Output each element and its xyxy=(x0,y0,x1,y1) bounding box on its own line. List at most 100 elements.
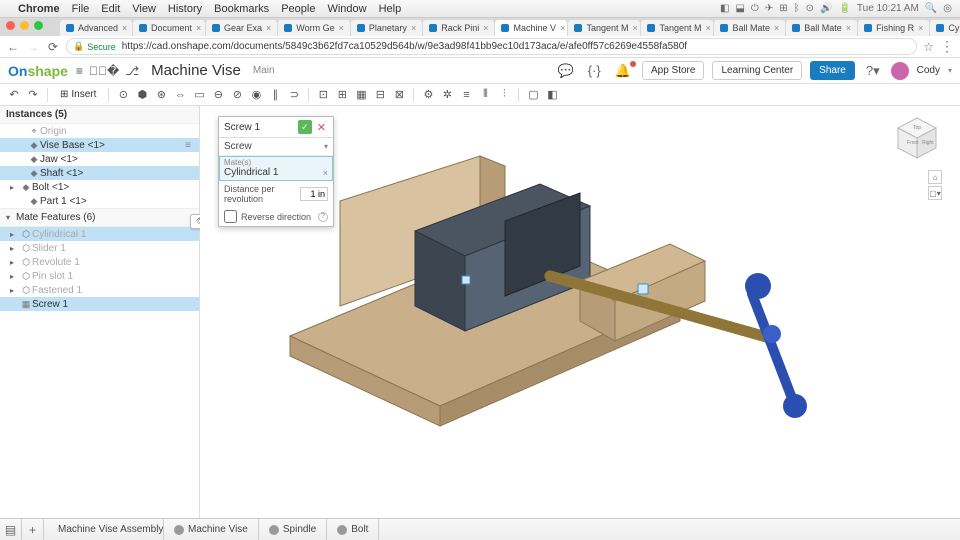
document-tab[interactable]: Machine Vise xyxy=(164,519,259,540)
onshape-logo[interactable]: Onshape xyxy=(8,63,68,79)
braces-icon[interactable]: {·} xyxy=(585,63,604,78)
mac-menu-help[interactable]: Help xyxy=(379,3,402,15)
share-button[interactable]: Share xyxy=(810,61,855,80)
user-menu-caret[interactable]: ▾ xyxy=(948,66,952,75)
browser-tab[interactable]: Ball Mate× xyxy=(786,20,857,36)
browser-tab[interactable]: Ball Mate× xyxy=(714,20,785,36)
status-icon[interactable]: ⊞ xyxy=(779,3,787,14)
minimize-window-button[interactable] xyxy=(20,21,29,30)
tool-icon[interactable]: ⊞ xyxy=(334,87,350,103)
mate-features-header[interactable]: ▾ Mate Features (6) xyxy=(0,208,199,227)
dialog-cancel-button[interactable]: ✕ xyxy=(315,121,328,134)
tree-item[interactable]: ◆Jaw <1> xyxy=(0,152,199,166)
mac-menu-file[interactable]: File xyxy=(72,3,90,15)
close-tab-icon[interactable]: × xyxy=(633,23,638,33)
tree-item[interactable]: ◆Part 1 <1> xyxy=(0,194,199,208)
clear-mate-button[interactable]: × xyxy=(323,168,328,178)
mac-clock[interactable]: Tue 10:21 AM xyxy=(857,3,919,14)
back-button[interactable]: ← xyxy=(6,40,20,54)
tool-icon[interactable]: ⊠ xyxy=(391,87,407,103)
tree-item[interactable]: ▸⬡Pin slot 1 xyxy=(0,269,199,283)
address-bar[interactable]: 🔒 Secure https://cad.onshape.com/documen… xyxy=(66,38,917,55)
relation-icon[interactable]: ⚙ xyxy=(420,87,436,103)
mac-menu-people[interactable]: People xyxy=(281,3,315,15)
browser-tab[interactable]: Cylinder H× xyxy=(930,20,960,36)
close-tab-icon[interactable]: × xyxy=(774,23,779,33)
relation-type-dropdown[interactable]: Screw▾ xyxy=(219,138,333,156)
close-window-button[interactable] xyxy=(6,21,15,30)
document-tab[interactable]: Machine Vise Assembly ... xyxy=(44,519,164,540)
status-icon[interactable]: ⬓ xyxy=(735,3,744,14)
status-icon[interactable]: ⏻ xyxy=(751,3,759,14)
tree-item[interactable]: ◆Shaft <1> xyxy=(0,166,199,180)
ball-mate-icon[interactable]: ◉ xyxy=(248,87,264,103)
help-icon[interactable]: ? xyxy=(318,212,328,222)
fit-view-button[interactable]: ▢▾ xyxy=(928,186,942,200)
tool-icon[interactable]: ▢ xyxy=(525,87,541,103)
item-menu-icon[interactable]: ≡ xyxy=(181,140,195,151)
browser-tab[interactable]: Tangent M× xyxy=(641,20,713,36)
instances-header[interactable]: Instances (5) xyxy=(0,106,199,124)
browser-tab[interactable]: Worm Ge× xyxy=(278,20,350,36)
mac-menu-view[interactable]: View xyxy=(132,3,156,15)
document-tab[interactable]: Bolt xyxy=(327,519,379,540)
tool-icon[interactable]: ⊙ xyxy=(115,87,131,103)
chrome-menu-icon[interactable]: ⋮ xyxy=(940,38,954,55)
tree-item[interactable]: ▸◆Bolt <1> xyxy=(0,180,199,194)
tool-icon[interactable]: ⊟ xyxy=(372,87,388,103)
user-name[interactable]: Cody xyxy=(917,65,940,76)
close-tab-icon[interactable]: × xyxy=(122,23,127,33)
tool-icon[interactable]: ▦ xyxy=(353,87,369,103)
tree-item[interactable]: ▦Screw 1 xyxy=(0,297,199,311)
view-cube[interactable]: Front Right Top xyxy=(892,114,942,164)
user-avatar[interactable] xyxy=(891,62,909,80)
close-tab-icon[interactable]: × xyxy=(411,23,416,33)
home-view-button[interactable]: ⌂ xyxy=(928,170,942,184)
status-icon[interactable]: ◧ xyxy=(720,3,729,14)
linear-relation-icon[interactable]: ⫶ xyxy=(496,87,512,103)
chat-icon[interactable]: 💬 xyxy=(555,63,577,79)
mac-app-name[interactable]: Chrome xyxy=(18,3,60,15)
browser-tab[interactable]: Fishing R× xyxy=(858,20,929,36)
tree-item[interactable]: ▸⬡Revolute 1 xyxy=(0,255,199,269)
bookmark-star-icon[interactable]: ☆ xyxy=(923,40,934,54)
reload-button[interactable]: ⟳ xyxy=(46,40,60,54)
forward-button[interactable]: → xyxy=(26,40,40,54)
browser-tab[interactable]: Gear Exa× xyxy=(206,20,277,36)
fastened-mate-icon[interactable]: ⬢ xyxy=(134,87,150,103)
help-icon[interactable]: ?▾ xyxy=(863,63,883,79)
add-tab-button[interactable]: + xyxy=(22,519,44,540)
spotlight-icon[interactable]: 🔍 xyxy=(925,3,937,14)
screw-relation-icon[interactable]: ⫴ xyxy=(477,87,493,103)
revolute-mate-icon[interactable]: ⊛ xyxy=(153,87,169,103)
tool-icon[interactable]: ◧ xyxy=(544,87,560,103)
slider-mate-icon[interactable]: ⇔ xyxy=(172,87,188,103)
browser-tab[interactable]: Rack Pini× xyxy=(423,20,494,36)
browser-tab[interactable]: Tangent M× xyxy=(568,20,640,36)
close-tab-icon[interactable]: × xyxy=(266,23,271,33)
mac-menu-bookmarks[interactable]: Bookmarks xyxy=(214,3,269,15)
distance-input[interactable] xyxy=(300,187,328,201)
volume-icon[interactable]: 🔊 xyxy=(820,3,832,14)
mac-menu-edit[interactable]: Edit xyxy=(101,3,120,15)
browser-tab[interactable]: Advanced× xyxy=(60,20,132,36)
undo-button[interactable]: ↶ xyxy=(6,87,22,103)
close-tab-icon[interactable]: × xyxy=(339,23,344,33)
rack-relation-icon[interactable]: ≡ xyxy=(458,87,474,103)
wifi-icon[interactable]: ⊙ xyxy=(806,3,814,14)
battery-icon[interactable]: 🔋 xyxy=(838,3,850,14)
close-tab-icon[interactable]: × xyxy=(918,23,923,33)
close-tab-icon[interactable]: × xyxy=(196,23,201,33)
gear-relation-icon[interactable]: ✲ xyxy=(439,87,455,103)
insert-button[interactable]: ⊞Insert xyxy=(54,87,102,102)
bluetooth-icon[interactable]: ᛒ xyxy=(794,3,800,14)
redo-button[interactable]: ↷ xyxy=(25,87,41,103)
tree-item[interactable]: ⌖Origin xyxy=(0,124,199,138)
menu-icon[interactable]: ≡ xyxy=(76,64,83,78)
browser-tab[interactable]: Planetary× xyxy=(351,20,422,36)
dialog-confirm-button[interactable]: ✓ xyxy=(298,120,312,134)
tree-icon[interactable]: �ี� xyxy=(89,64,119,78)
close-tab-icon[interactable]: × xyxy=(706,23,711,33)
notifications-icon[interactable]: 🔔 xyxy=(612,63,634,79)
mac-menu-history[interactable]: History xyxy=(168,3,202,15)
